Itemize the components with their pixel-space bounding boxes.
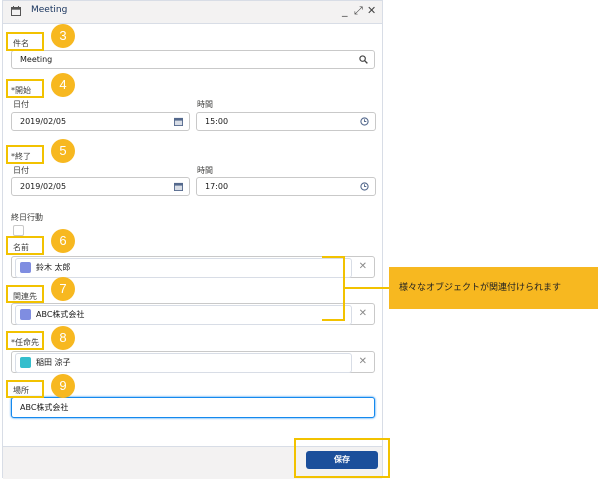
bracket-connector [322, 256, 389, 321]
annotation-callout: 様々なオブジェクトが関連付けられます [389, 267, 598, 309]
